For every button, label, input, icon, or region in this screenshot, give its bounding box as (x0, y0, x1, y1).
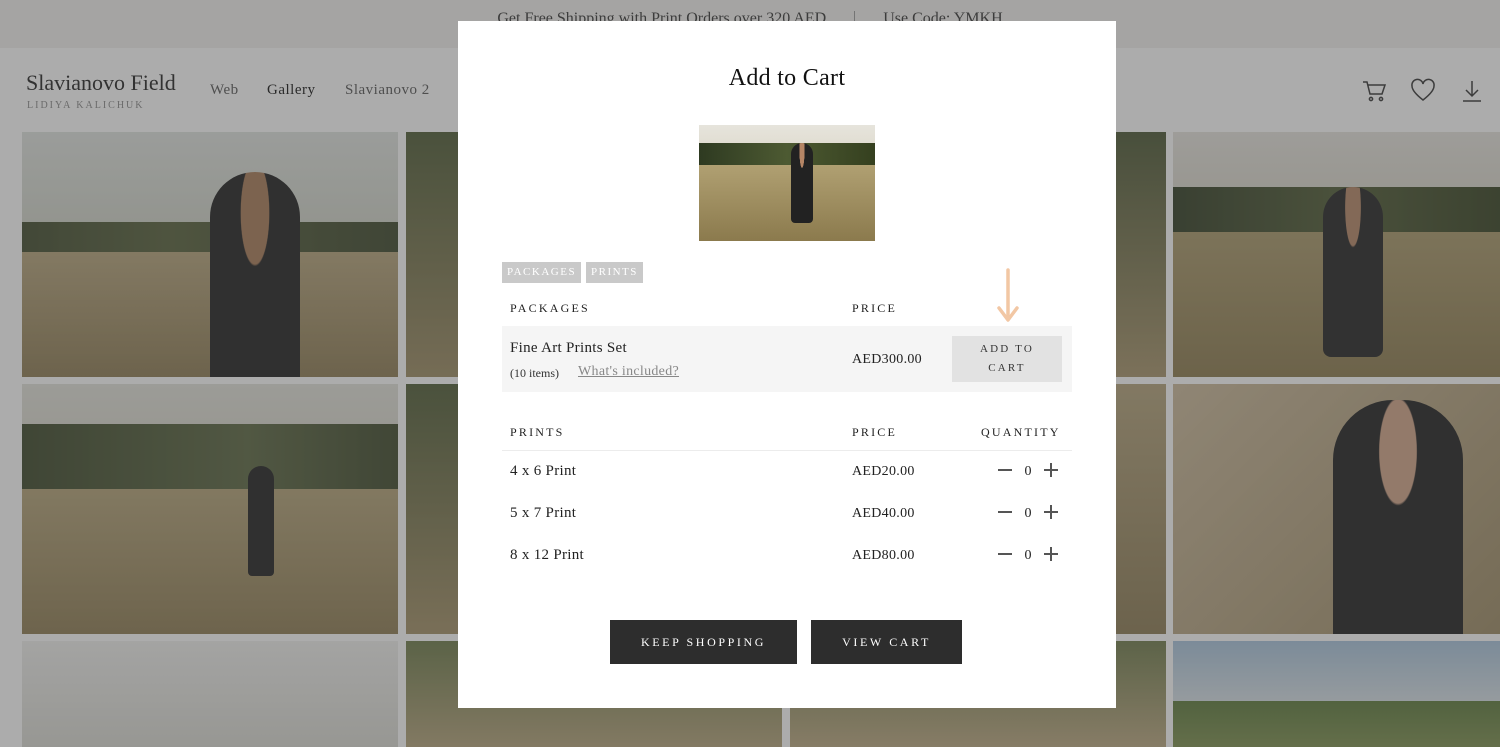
print-name-4x6: 4 x 6 Print (510, 463, 577, 479)
decrement-quantity-8x12-button[interactable] (997, 546, 1013, 562)
package-item-count: (10 items) (510, 366, 559, 380)
quantity-value-8x12[interactable]: 0 (1018, 548, 1038, 564)
add-to-cart-label-line1: ADD TO (979, 343, 1035, 355)
package-name: Fine Art Prints Set (510, 340, 627, 356)
packages-column-header: PACKAGES (510, 301, 590, 315)
tab-packages[interactable]: PACKAGES (502, 262, 582, 283)
quantity-column-header: QUANTITY (981, 425, 1061, 439)
selected-photo-thumbnail (699, 125, 875, 241)
print-name-8x12: 8 x 12 Print (510, 547, 585, 563)
tab-prints[interactable]: PRINTS (586, 262, 643, 283)
package-price: AED300.00 (852, 352, 922, 367)
package-price-column-header: PRICE (852, 301, 898, 315)
increment-quantity-8x12-button[interactable] (1043, 546, 1059, 562)
whats-included-link[interactable]: What's included? (578, 364, 679, 380)
view-cart-button[interactable]: VIEW CART (811, 620, 962, 664)
add-to-cart-button[interactable]: ADD TO CART (952, 336, 1062, 382)
prints-column-header: PRINTS (510, 425, 565, 439)
package-row: Fine Art Prints Set (10 items) What's in… (502, 326, 1072, 392)
add-to-cart-label-line2: CART (988, 362, 1026, 374)
keep-shopping-button[interactable]: KEEP SHOPPING (610, 620, 797, 664)
quantity-value-5x7[interactable]: 0 (1018, 506, 1038, 522)
print-price-4x6: AED20.00 (852, 464, 915, 479)
print-price-8x12: AED80.00 (852, 548, 915, 563)
increment-quantity-5x7-button[interactable] (1043, 504, 1059, 520)
print-price-column-header: PRICE (852, 425, 898, 439)
arrow-down-icon (997, 268, 1019, 322)
add-to-cart-modal: Add to Cart PACKAGES PRINTS PACKAGES PRI… (458, 21, 1116, 708)
print-price-5x7: AED40.00 (852, 506, 915, 521)
decrement-quantity-4x6-button[interactable] (997, 462, 1013, 478)
decrement-quantity-5x7-button[interactable] (997, 504, 1013, 520)
table-divider (502, 450, 1072, 451)
print-name-5x7: 5 x 7 Print (510, 505, 577, 521)
increment-quantity-4x6-button[interactable] (1043, 462, 1059, 478)
modal-title: Add to Cart (728, 65, 846, 91)
quantity-value-4x6[interactable]: 0 (1018, 464, 1038, 480)
